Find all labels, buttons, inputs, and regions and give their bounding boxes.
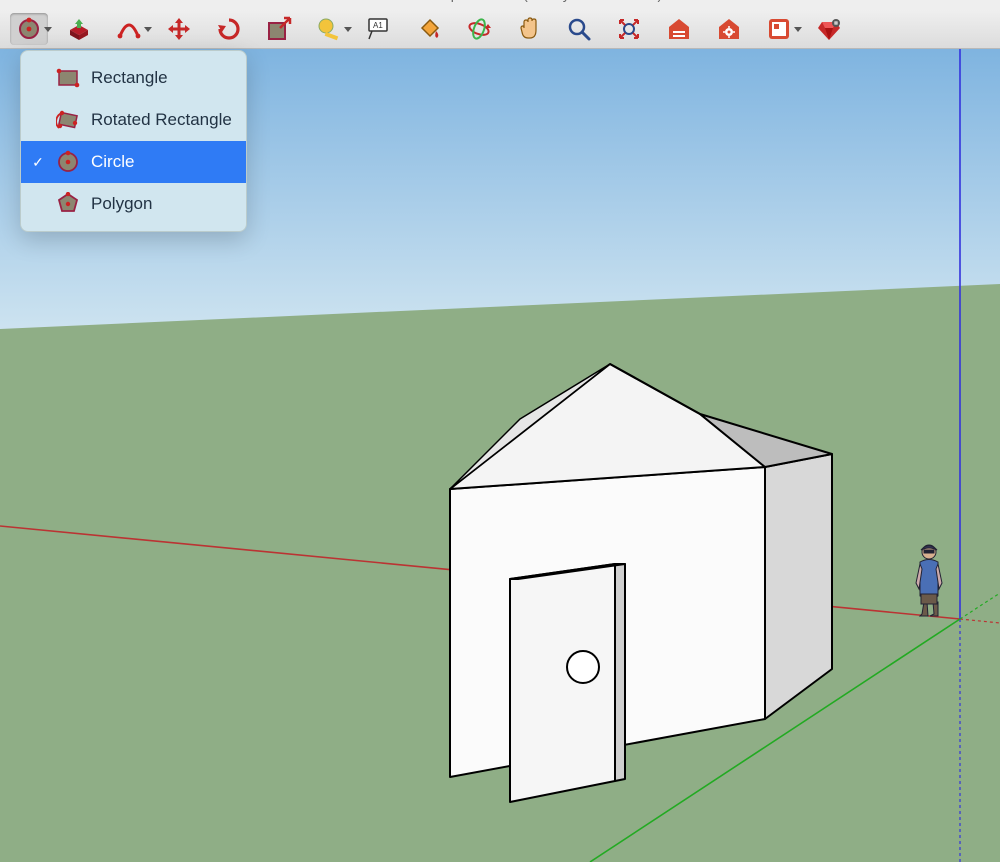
rotated-rectangle-icon — [55, 107, 81, 133]
paint-bucket-icon — [416, 16, 442, 42]
polygon-icon — [55, 191, 81, 217]
dropdown-item-polygon[interactable]: Polygon — [21, 183, 246, 225]
text-label-tool-button[interactable]: A1 — [360, 13, 398, 45]
dropdown-item-label: Rectangle — [91, 68, 168, 88]
rotate-tool-button[interactable] — [210, 13, 248, 45]
rotate-icon — [216, 16, 242, 42]
zoom-extents-icon — [616, 16, 642, 42]
ruby-tool-button[interactable] — [810, 13, 848, 45]
shapes-dropdown-menu: Rectangle Rotated Rectangle ✓ Circle — [20, 50, 247, 232]
dropdown-item-circle[interactable]: ✓ Circle — [21, 141, 246, 183]
window-titlebar: Untitled - SketchUp Pro 2019 (27 days le… — [0, 0, 1000, 10]
orbit-icon — [466, 16, 492, 42]
move-tool-button[interactable] — [160, 13, 198, 45]
layout-icon — [766, 16, 792, 42]
shapes-tool-button[interactable] — [10, 13, 48, 45]
push-pull-icon — [66, 16, 92, 42]
arc-tool-button[interactable] — [110, 13, 148, 45]
zoom-extents-tool-button[interactable] — [610, 13, 648, 45]
extension-warehouse-icon — [716, 16, 742, 42]
tape-measure-tool-button[interactable] — [310, 13, 348, 45]
push-pull-tool-button[interactable] — [60, 13, 98, 45]
zoom-tool-button[interactable] — [560, 13, 598, 45]
warehouse-icon — [666, 16, 692, 42]
window-title-text: Untitled - SketchUp Pro 2019 (27 days le… — [338, 0, 662, 2]
extension-warehouse-tool-button[interactable] — [710, 13, 748, 45]
warehouse-tool-button[interactable] — [660, 13, 698, 45]
dropdown-arrow-icon — [794, 27, 802, 32]
scale-tool-button[interactable] — [260, 13, 298, 45]
pan-icon — [516, 16, 542, 42]
paint-bucket-tool-button[interactable] — [410, 13, 448, 45]
circle-tool-icon — [16, 16, 42, 42]
rectangle-icon — [55, 65, 81, 91]
scale-icon — [266, 16, 292, 42]
move-icon — [166, 16, 192, 42]
tape-measure-icon — [316, 16, 342, 42]
arc-icon — [116, 16, 142, 42]
dropdown-item-label: Rotated Rectangle — [91, 110, 232, 130]
dropdown-arrow-icon — [144, 27, 152, 32]
dropdown-item-label: Polygon — [91, 194, 152, 214]
check-mark: ✓ — [31, 154, 45, 171]
zoom-icon — [566, 16, 592, 42]
circle-icon — [55, 149, 81, 175]
svg-text:A1: A1 — [373, 21, 383, 30]
dropdown-item-label: Circle — [91, 152, 134, 172]
dropdown-arrow-icon — [344, 27, 352, 32]
text-label-icon: A1 — [366, 16, 392, 42]
pan-tool-button[interactable] — [510, 13, 548, 45]
dropdown-item-rectangle[interactable]: Rectangle — [21, 57, 246, 99]
ruby-icon — [816, 16, 842, 42]
orbit-tool-button[interactable] — [460, 13, 498, 45]
dropdown-arrow-icon — [44, 27, 52, 32]
dropdown-item-rotated-rectangle[interactable]: Rotated Rectangle — [21, 99, 246, 141]
layout-tool-button[interactable] — [760, 13, 798, 45]
main-toolbar: A1 — [0, 10, 1000, 49]
